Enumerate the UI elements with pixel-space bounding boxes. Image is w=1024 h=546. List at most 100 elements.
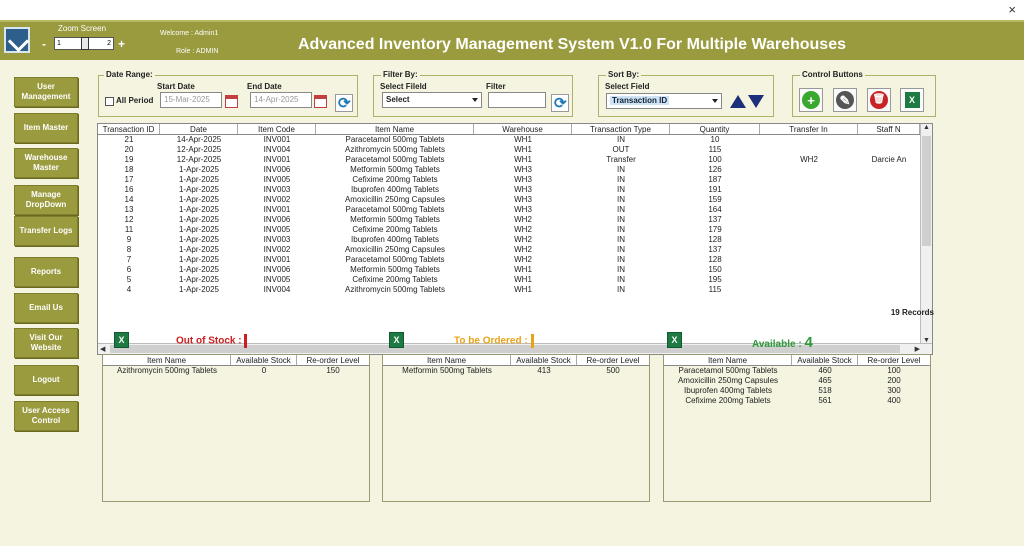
to-be-ordered-header: Item Name Available Stock Re-order Level	[383, 355, 649, 366]
table-header-cell[interactable]: Item Name	[316, 124, 474, 134]
table-row[interactable]: 13 1-Apr-2025 INV001 Paracetamol 500mg Tabl…	[98, 205, 932, 215]
table-cell	[858, 225, 920, 235]
zoom-out-button[interactable]: -	[42, 37, 46, 51]
table-cell	[858, 135, 920, 145]
col-available-stock: Available Stock	[231, 355, 297, 365]
list-cell: Paracetamol 500mg Tablets	[678, 366, 778, 375]
table-row[interactable]: 16 1-Apr-2025 INV003 Ibuprofen 400mg Tablet…	[98, 185, 932, 195]
sidebar-item-user-access-control[interactable]: User Access Control	[14, 401, 78, 431]
list-item[interactable]: Ibuprofen 400mg Tablets 518 300	[664, 386, 930, 396]
table-row[interactable]: 9 1-Apr-2025 INV003 Ibuprofen 400mg Tablets…	[98, 235, 932, 245]
vertical-scroll-thumb[interactable]	[922, 136, 931, 246]
sort-field-select[interactable]: Transaction ID	[606, 93, 722, 109]
to-be-ordered-title-text: To be Ordered :	[454, 335, 528, 347]
sidebar-item-reports[interactable]: Reports	[14, 257, 78, 287]
edit-button[interactable]: ✎	[833, 88, 857, 112]
list-item[interactable]: Paracetamol 500mg Tablets 460 100	[664, 366, 930, 376]
to-be-ordered-table[interactable]: Item Name Available Stock Re-order Level…	[382, 354, 650, 502]
table-header-cell[interactable]: Transaction Type	[572, 124, 670, 134]
sidebar-item-visit-website[interactable]: Visit Our Website	[14, 328, 78, 358]
scroll-left-icon[interactable]: ◀	[100, 345, 105, 353]
sort-descending-icon[interactable]	[748, 95, 764, 108]
table-cell: INV003	[263, 235, 291, 244]
table-cell: WH1	[514, 145, 532, 154]
all-period-checkbox[interactable]	[105, 97, 114, 106]
table-cell: Cefixime 200mg Tablets	[352, 175, 438, 184]
sidebar-item-logout[interactable]: Logout	[14, 365, 78, 395]
table-cell	[858, 205, 920, 215]
table-cell: 1-Apr-2025	[178, 215, 220, 224]
table-cell: IN	[617, 235, 625, 244]
excel-export-available-icon[interactable]: X	[667, 332, 682, 348]
filter-input[interactable]	[488, 92, 546, 108]
delete-button[interactable]: 🗑	[867, 88, 891, 112]
filter-field-select[interactable]: Select	[382, 92, 482, 108]
table-cell	[760, 275, 858, 285]
table-cell	[760, 285, 858, 295]
list-item[interactable]: Cefixime 200mg Tablets 561 400	[664, 396, 930, 406]
scroll-right-icon[interactable]: ▶	[915, 345, 920, 353]
table-cell: IN	[617, 245, 625, 254]
zoom-label: Zoom Screen	[58, 24, 107, 33]
sidebar-item-user-management[interactable]: User Management	[14, 77, 78, 107]
table-row[interactable]: 11 1-Apr-2025 INV005 Cefixime 200mg Tablets…	[98, 225, 932, 235]
table-row[interactable]: 4 1-Apr-2025 INV004 Azithromycin 500mg Tabl…	[98, 285, 932, 295]
sidebar-item-warehouse-master[interactable]: Warehouse Master	[14, 148, 78, 178]
table-row[interactable]: 7 1-Apr-2025 INV001 Paracetamol 500mg Table…	[98, 255, 932, 265]
sidebar-item-item-master[interactable]: Item Master	[14, 113, 78, 143]
table-row[interactable]: 14 1-Apr-2025 INV002 Amoxicillin 250mg Caps…	[98, 195, 932, 205]
sort-by-title: Sort By:	[606, 70, 642, 79]
filter-refresh-icon[interactable]	[551, 94, 569, 112]
table-row[interactable]: 5 1-Apr-2025 INV005 Cefixime 200mg Tablets W…	[98, 275, 932, 285]
table-cell: Ibuprofen 400mg Tablets	[351, 235, 439, 244]
excel-export-out-of-stock-icon[interactable]: X	[114, 332, 129, 348]
table-header-cell[interactable]: Transfer In	[760, 124, 858, 134]
table-row[interactable]: 18 1-Apr-2025 INV006 Metformin 500mg Tablet…	[98, 165, 932, 175]
start-date-calendar-icon[interactable]	[225, 95, 238, 108]
zoom-slider[interactable]: 1 2	[54, 37, 114, 50]
list-item[interactable]: Metformin 500mg Tablets 413 500	[383, 366, 649, 376]
zoom-in-button[interactable]: +	[118, 37, 125, 51]
table-cell: WH3	[514, 175, 532, 184]
list-cell: 518	[818, 386, 832, 395]
sidebar-item-transfer-logs[interactable]: Transfer Logs	[14, 216, 78, 246]
table-body: 21 14-Apr-2025 INV001 Paracetamol 500mg Tab…	[98, 135, 932, 295]
export-excel-button[interactable]: X	[900, 88, 924, 112]
available-table[interactable]: Item Name Available Stock Re-order Level…	[663, 354, 931, 502]
table-header-cell[interactable]: Transaction ID	[98, 124, 160, 134]
list-cell: 500	[606, 366, 620, 375]
sidebar-item-manage-dropdown[interactable]: Manage DropDown	[14, 185, 78, 215]
table-header-cell[interactable]: Item Code	[238, 124, 316, 134]
table-cell: Paracetamol 500mg Tablets	[345, 205, 445, 214]
table-row[interactable]: 12 1-Apr-2025 INV006 Metformin 500mg Tablet…	[98, 215, 932, 225]
table-row[interactable]: 21 14-Apr-2025 INV001 Paracetamol 500mg Tab…	[98, 135, 932, 145]
scroll-up-icon[interactable]: ▲	[923, 124, 930, 131]
sort-ascending-icon[interactable]	[730, 95, 746, 108]
end-date-input[interactable]: 14-Apr-2025	[250, 92, 312, 108]
table-cell: 1-Apr-2025	[178, 265, 220, 274]
table-row[interactable]: 17 1-Apr-2025 INV005 Cefixime 200mg Tablets…	[98, 175, 932, 185]
sidebar-item-email-us[interactable]: Email Us	[14, 293, 78, 323]
date-refresh-icon[interactable]	[335, 94, 353, 112]
list-item[interactable]: Azithromycin 500mg Tablets 0 150	[103, 366, 369, 376]
list-item[interactable]: Amoxicillin 250mg Capsules 465 200	[664, 376, 930, 386]
table-row[interactable]: 19 12-Apr-2025 INV001 Paracetamol 500mg Tab…	[98, 155, 932, 165]
table-cell: INV005	[263, 225, 291, 234]
table-header-cell[interactable]: Warehouse	[474, 124, 572, 134]
window-close-icon[interactable]: ×	[1008, 2, 1016, 17]
table-cell: 1-Apr-2025	[178, 225, 220, 234]
zoom-slider-thumb[interactable]	[81, 37, 89, 50]
table-row[interactable]: 20 12-Apr-2025 INV004 Azithromycin 500mg Ta…	[98, 145, 932, 155]
table-header-cell[interactable]: Date	[160, 124, 238, 134]
out-of-stock-table[interactable]: Item Name Available Stock Re-order Level…	[102, 354, 370, 502]
table-row[interactable]: 6 1-Apr-2025 INV006 Metformin 500mg Tablets…	[98, 265, 932, 275]
add-button[interactable]: +	[799, 88, 823, 112]
table-header-cell[interactable]: Quantity	[670, 124, 760, 134]
end-date-calendar-icon[interactable]	[314, 95, 327, 108]
table-cell: INV005	[263, 275, 291, 284]
excel-export-to-be-ordered-icon[interactable]: X	[389, 332, 404, 348]
transactions-table[interactable]: Transaction ID Date Item Code Item Name Ware…	[97, 123, 933, 355]
table-header-cell[interactable]: Staff N	[858, 124, 920, 134]
start-date-input[interactable]: 15-Mar-2025	[160, 92, 222, 108]
table-row[interactable]: 8 1-Apr-2025 INV002 Amoxicillin 250mg Capsu…	[98, 245, 932, 255]
